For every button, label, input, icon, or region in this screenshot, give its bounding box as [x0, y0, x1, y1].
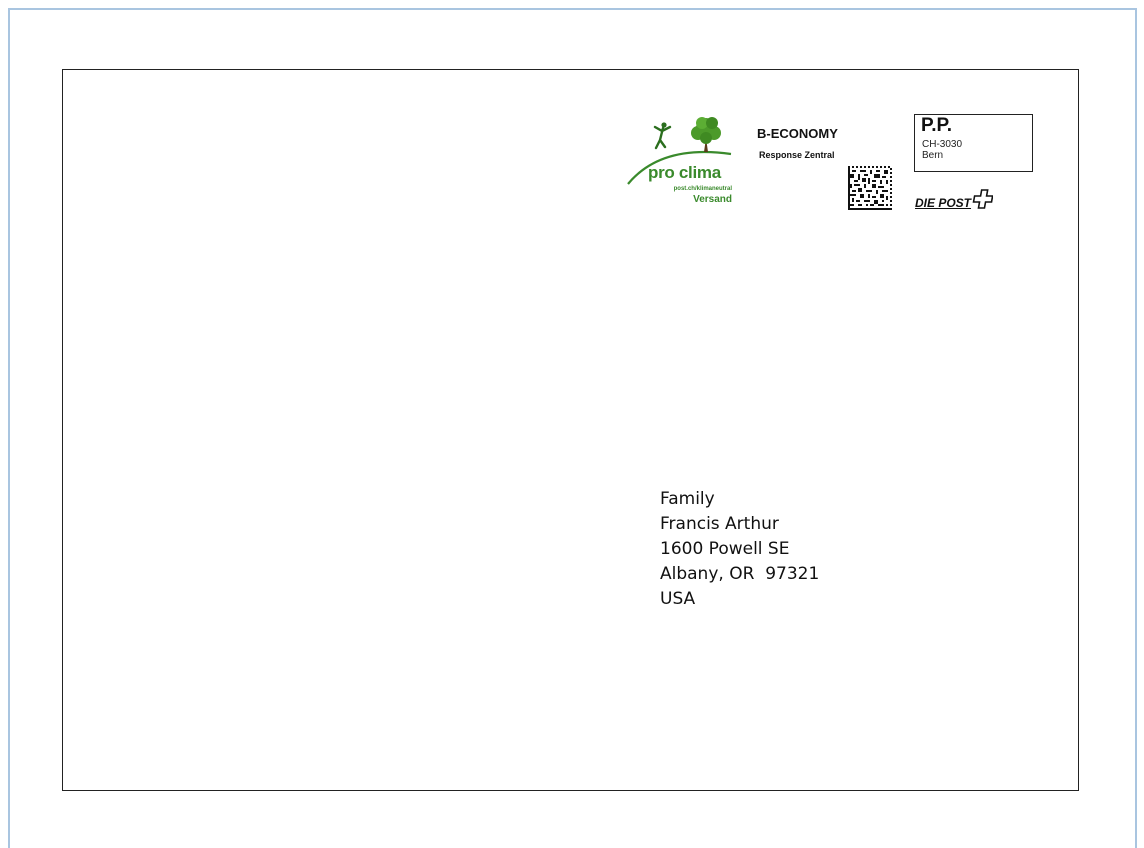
swiss-cross-icon: [972, 189, 994, 209]
pp-zip: CH-3030: [922, 139, 963, 150]
pro-clima-logo: pro clima post.ch/klimaneutral Versand: [626, 114, 738, 214]
die-post-text: DIE POST: [915, 196, 972, 210]
pp-postage-box: P.P. CH-3030 Bern: [914, 114, 1033, 172]
pro-clima-versand: Versand: [693, 194, 732, 205]
pro-clima-url: post.ch/klimaneutral: [673, 186, 732, 192]
pp-city: Bern: [922, 150, 944, 161]
address-line: 1600 Powell SE: [660, 539, 790, 559]
address-line: Francis Arthur: [660, 514, 779, 534]
service-label: B-ECONOMY: [757, 126, 838, 141]
pro-clima-name: pro clima: [648, 163, 721, 182]
document-viewer: pro clima post.ch/klimaneutral Versand B…: [0, 0, 1144, 848]
recipient-address: Family Francis Arthur 1600 Powell SE Alb…: [660, 487, 819, 612]
pp-title: P.P.: [921, 115, 953, 136]
envelope-page: [62, 69, 1079, 791]
die-post-logo: DIE POST: [915, 186, 994, 212]
address-line: Albany, OR 97321: [660, 564, 820, 584]
service-sublabel: Response Zentral: [759, 150, 835, 160]
address-line: Family: [660, 489, 715, 509]
address-line: USA: [660, 589, 696, 609]
datamatrix-code-icon: [848, 166, 892, 210]
